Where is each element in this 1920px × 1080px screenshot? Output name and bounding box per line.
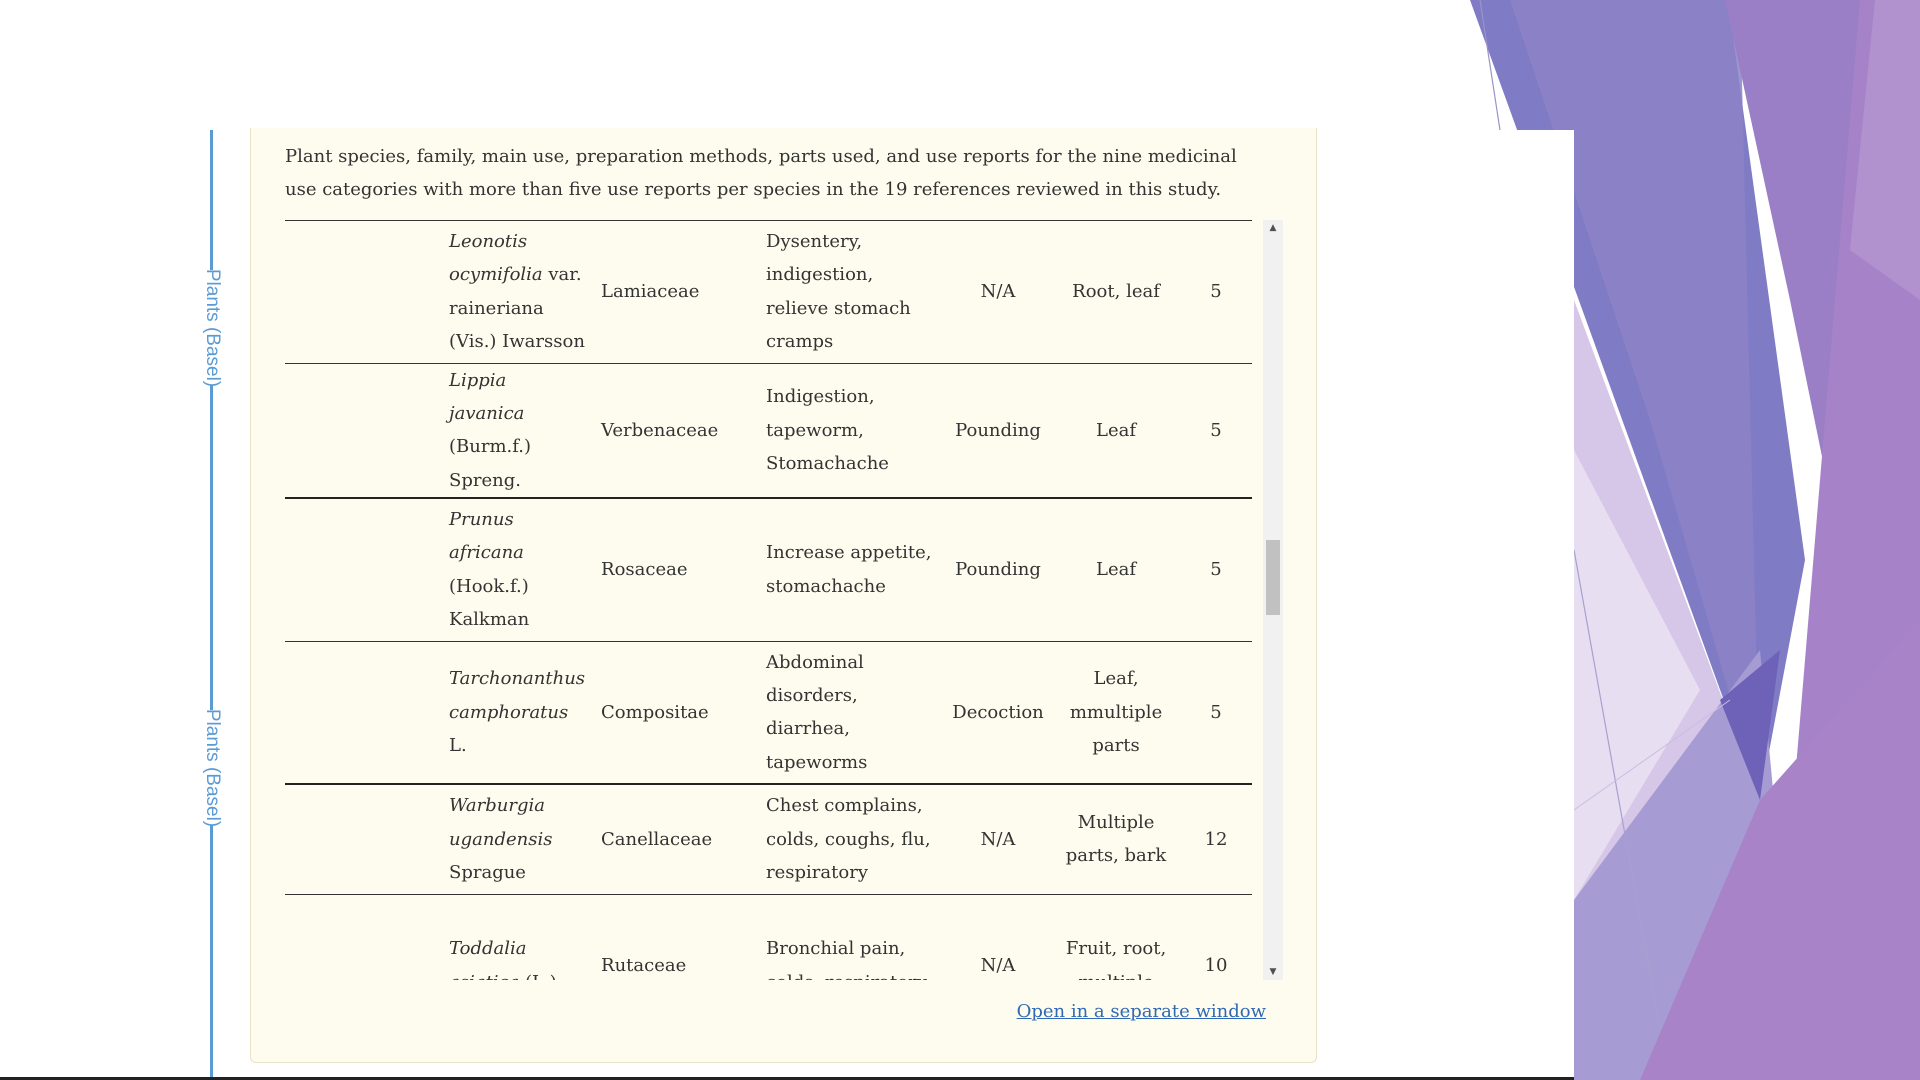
table-cell-species: Leonotis ocymifolia var. raineriana (Vis… — [449, 230, 585, 352]
table-caption: Plant species, family, main use, prepara… — [285, 146, 1237, 200]
table-cell-family: Rosaceae — [601, 559, 688, 581]
table-cell-family: Rutaceae — [601, 954, 687, 976]
table-cell-reports: 5 — [1210, 559, 1222, 581]
table-cell-family: Verbenaceae — [601, 419, 719, 441]
table-scroll-area[interactable]: stomachache Leonotis ocymifolia var. rai… — [285, 220, 1285, 980]
table-cell-family: Lamiaceae — [601, 280, 700, 302]
table-row: Tarchonanthus camphoratus L. Compositae … — [285, 641, 1253, 785]
scroll-up-arrow-icon[interactable]: ▲ — [1263, 220, 1283, 236]
table-cell-species: Prunus africana (Hook.f.) Kalkman — [449, 509, 530, 631]
table-cell-main-use: Abdominal disorders, diarrhea, tapeworms — [766, 651, 868, 773]
table-panel: Plant species, family, main use, prepara… — [250, 128, 1317, 1063]
section-line — [210, 825, 213, 1077]
table-row: Warburgia ugandensis Sprague Canellaceae… — [285, 783, 1253, 895]
table-cell-parts: Multiple parts, bark — [1065, 811, 1167, 867]
table-cell-parts: Root, leaf — [1072, 280, 1160, 302]
table-cell-main-use: Increase appetite, stomachache — [766, 542, 932, 597]
section-line — [210, 385, 213, 710]
open-separate-window-link[interactable]: Open in a separate window — [1017, 1001, 1266, 1022]
table-cell-family: Canellaceae — [601, 828, 713, 850]
table-cell-parts: Leaf, mmultiple parts — [1069, 668, 1163, 757]
table-scrollbar[interactable]: ▲ ▼ — [1263, 220, 1283, 980]
section-label: Plants (Basel) — [197, 268, 227, 387]
table-cell-main-use: Chest complains, colds, coughs, flu, res… — [766, 795, 931, 884]
table-cell-species: Lippia javanica (Burm.f.) Spreng. — [449, 369, 532, 491]
table-cell-preparation: N/A — [980, 828, 1016, 850]
table-cell-preparation: Decoction — [952, 701, 1044, 723]
scroll-thumb[interactable] — [1266, 540, 1280, 615]
table-row: Toddalia asiatica (L.) Rutaceae Bronchia… — [285, 894, 1252, 980]
table-row: Leonotis ocymifolia var. raineriana (Vis… — [285, 220, 1253, 363]
table-cell-reports: 5 — [1210, 701, 1222, 723]
table-cell-main-use: Bronchial pain, colds, respiratory — [766, 938, 927, 980]
table-cell-parts: Leaf — [1096, 559, 1137, 581]
table-cell-main-use: Dysentery, indigestion, relieve stomach … — [766, 230, 911, 352]
table-cell-preparation: N/A — [980, 954, 1016, 976]
table-cell-reports: 12 — [1204, 828, 1228, 850]
table-cell-reports: 10 — [1204, 954, 1228, 976]
table-cell-family: Compositae — [601, 701, 709, 723]
table-cell-parts: Fruit, root, multiple — [1065, 938, 1167, 980]
table-cell-species: Tarchonanthus camphoratus L. — [449, 668, 586, 757]
species-table: stomachache Leonotis ocymifolia var. rai… — [285, 220, 1253, 980]
table-row: Lippia javanica (Burm.f.) Spreng. Verben… — [285, 363, 1253, 499]
section-line — [210, 130, 213, 270]
table-row: Prunus africana (Hook.f.) Kalkman Rosace… — [285, 498, 1253, 642]
table-cell-preparation: Pounding — [955, 419, 1041, 441]
table-cell-preparation: N/A — [980, 280, 1016, 302]
table-cell-parts: Leaf — [1096, 419, 1137, 441]
scroll-down-arrow-icon[interactable]: ▼ — [1263, 964, 1283, 980]
table-cell-species: Toddalia asiatica (L.) — [449, 938, 557, 980]
table-cell-main-use: Indigestion, tapeworm, Stomachache — [766, 386, 889, 475]
section-label: Plants (Basel) — [197, 708, 227, 827]
table-cell-reports: 5 — [1210, 280, 1222, 302]
table-cell-reports: 5 — [1210, 419, 1222, 441]
table-cell-species: Warburgia ugandensis Sprague — [449, 795, 553, 884]
table-cell-preparation: Pounding — [955, 559, 1041, 581]
